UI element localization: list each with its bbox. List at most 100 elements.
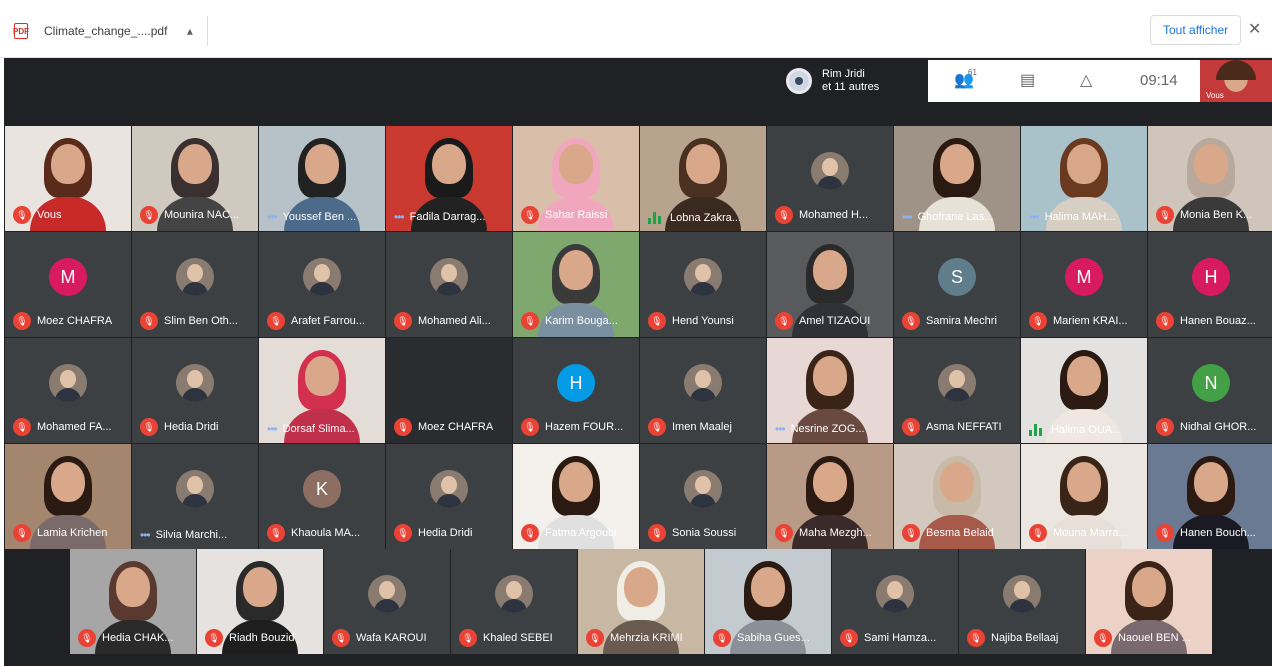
chevron-up-icon[interactable]: ▼	[185, 26, 195, 37]
participant-name: Halima OUA...	[1051, 424, 1122, 436]
participant-photo-avatar	[176, 364, 214, 402]
participant-tile[interactable]: Lobna Zakra...	[640, 126, 766, 231]
participant-name: Imen Maalej	[672, 421, 732, 433]
download-bar: PDF Climate_change_....pdf ▼ Tout affich…	[0, 0, 1272, 58]
participant-nameplate: 🎙 Najiba Bellaaj	[967, 629, 1081, 647]
participant-name: Hend Younsi	[672, 315, 734, 327]
participant-tile[interactable]: 🎙 Arafet Farrou...	[259, 232, 385, 337]
participant-nameplate: ••• Dorsaf Slima...	[267, 422, 381, 436]
participant-tile[interactable]: 🎙 Mounira NAC...	[132, 126, 258, 231]
participant-tile[interactable]: 🎙 Sahar Raissi	[513, 126, 639, 231]
participant-tile[interactable]: Halima OUA...	[1021, 338, 1147, 443]
chat-icon[interactable]: ▤	[1020, 70, 1035, 90]
participant-tile[interactable]: ••• Silvia Marchi...	[132, 444, 258, 549]
participant-tile[interactable]: M 🎙 Moez CHAFRA	[5, 232, 131, 337]
participant-tile[interactable]: 🎙 Sabiha Gues...	[705, 549, 831, 654]
participant-tile[interactable]: 🎙 Mouna Marra...	[1021, 444, 1147, 549]
participant-tile[interactable]: ••• Nesrine ZOG...	[767, 338, 893, 443]
participant-nameplate: ••• Ghofrane Las...	[902, 210, 1016, 224]
participant-tile[interactable]: 🎙 Hedia Dridi	[386, 444, 512, 549]
participant-tile[interactable]: 🎙 Riadh Bouzid	[197, 549, 323, 654]
participant-tile[interactable]: 🎙 Hanen Bouch...	[1148, 444, 1272, 549]
participant-tile[interactable]: 🎙 Maha Mezgh...	[767, 444, 893, 549]
participant-name: Silvia Marchi...	[155, 529, 228, 541]
participant-name: Karim Bouga...	[545, 315, 618, 327]
participant-nameplate: 🎙 Karim Bouga...	[521, 312, 635, 330]
participant-tile[interactable]: 🎙 Mohamed FA...	[5, 338, 131, 443]
participant-tile[interactable]: 🎙 Vous	[5, 126, 131, 231]
participant-tile[interactable]: H 🎙 Hazem FOUR...	[513, 338, 639, 443]
self-view-thumbnail[interactable]: Vous	[1200, 60, 1272, 102]
mic-off-icon: 🎙	[332, 629, 350, 647]
participant-tile[interactable]: 🎙 Monia Ben K...	[1148, 126, 1272, 231]
participant-tile[interactable]: ••• Dorsaf Slima...	[259, 338, 385, 443]
participant-name: Khaled SEBEI	[483, 632, 553, 644]
participant-tile[interactable]: 🎙 Sonia Soussi	[640, 444, 766, 549]
participant-tile[interactable]: H 🎙 Hanen Bouaz...	[1148, 232, 1272, 337]
participant-tile[interactable]: 🎙 Mohamed Ali...	[386, 232, 512, 337]
participant-nameplate: 🎙 Mariem KRAI...	[1029, 312, 1143, 330]
participant-tile[interactable]: K 🎙 Khaoula MA...	[259, 444, 385, 549]
mic-off-icon: 🎙	[394, 312, 412, 330]
audio-dots-icon: •••	[140, 528, 151, 542]
mic-off-icon: 🎙	[1094, 629, 1112, 647]
participant-name: Hanen Bouaz...	[1180, 315, 1256, 327]
participant-tile[interactable]: S 🎙 Samira Mechri	[894, 232, 1020, 337]
participant-tile[interactable]: ••• Ghofrane Las...	[894, 126, 1020, 231]
participant-nameplate: Lobna Zakra...	[648, 212, 762, 224]
participant-tile[interactable]: 🎙 Asma NEFFATI	[894, 338, 1020, 443]
activities-icon[interactable]: △	[1080, 70, 1092, 90]
participant-tile[interactable]: 🎙 Amel TIZAOUI	[767, 232, 893, 337]
download-item[interactable]: PDF Climate_change_....pdf ▼	[13, 16, 209, 46]
participant-tile[interactable]: ••• Halima MAH...	[1021, 126, 1147, 231]
participant-nameplate: ••• Youssef Ben ...	[267, 210, 381, 224]
participant-name: Arafet Farrou...	[291, 315, 365, 327]
participant-tile[interactable]: 🎙 Lamia Krichen	[5, 444, 131, 549]
participant-nameplate: 🎙 Sahar Raissi	[521, 206, 635, 224]
participant-tile[interactable]: N 🎙 Nidhal GHOR...	[1148, 338, 1272, 443]
participant-tile[interactable]: 🎙 Karim Bouga...	[513, 232, 639, 337]
participant-tile[interactable]: ••• Youssef Ben ...	[259, 126, 385, 231]
mic-off-icon: 🎙	[140, 418, 158, 436]
participant-nameplate: 🎙 Moez CHAFRA	[13, 312, 127, 330]
show-all-downloads-button[interactable]: Tout afficher	[1150, 15, 1242, 45]
participant-name: Wafa KAROUI	[356, 632, 427, 644]
participant-tile[interactable]: ••• Fadila Darrag...	[386, 126, 512, 231]
participant-nameplate: ••• Halima MAH...	[1029, 210, 1143, 224]
close-icon[interactable]: ✕	[1248, 19, 1261, 39]
participant-photo-avatar	[303, 258, 341, 296]
participant-tile[interactable]: 🎙 Mohamed H...	[767, 126, 893, 231]
participant-tile[interactable]: 🎙 Najiba Bellaaj	[959, 549, 1085, 654]
participant-name: Sami Hamza...	[864, 632, 937, 644]
participant-tile[interactable]: 🎙 Naouel BEN ...	[1086, 549, 1212, 654]
participant-tile[interactable]: M 🎙 Mariem KRAI...	[1021, 232, 1147, 337]
mic-off-icon: 🎙	[267, 524, 285, 542]
participant-photo-avatar	[368, 575, 406, 613]
participant-tile[interactable]: 🎙 Slim Ben Oth...	[132, 232, 258, 337]
participant-tile[interactable]: 🎙 Besma Belaid	[894, 444, 1020, 549]
active-speaker-indicator[interactable]: Rim Jridi et 11 autres	[780, 60, 928, 102]
participant-photo-avatar	[430, 258, 468, 296]
mic-off-icon: 🎙	[1156, 418, 1174, 436]
mic-off-icon: 🎙	[140, 206, 158, 224]
participant-name: Besma Belaid	[926, 527, 994, 539]
participant-tile[interactable]: 🎙 Moez CHAFRA	[386, 338, 512, 443]
participant-photo-avatar	[684, 470, 722, 508]
participant-tile[interactable]: 🎙 Khaled SEBEI	[451, 549, 577, 654]
participant-name: Hanen Bouch...	[1180, 527, 1256, 539]
participant-name: Halima MAH...	[1044, 211, 1116, 223]
participant-tile[interactable]: 🎙 Fatma Argoubi	[513, 444, 639, 549]
participant-tile[interactable]: 🎙 Wafa KAROUI	[324, 549, 450, 654]
participant-tile[interactable]: 🎙 Hend Younsi	[640, 232, 766, 337]
mic-off-icon: 🎙	[13, 312, 31, 330]
participant-tile[interactable]: 🎙 Imen Maalej	[640, 338, 766, 443]
participant-name: Mehrzia KRIMI	[610, 632, 683, 644]
participant-tile[interactable]: 🎙 Mehrzia KRIMI	[578, 549, 704, 654]
participant-name: Ghofrane Las...	[917, 211, 994, 223]
participant-tile[interactable]: 🎙 Sami Hamza...	[832, 549, 958, 654]
participant-name: Vous	[37, 209, 62, 221]
participant-nameplate: 🎙 Sami Hamza...	[840, 629, 954, 647]
participant-tile[interactable]: 🎙 Hedia CHAK...	[70, 549, 196, 654]
mic-off-icon: 🎙	[1156, 524, 1174, 542]
participant-tile[interactable]: 🎙 Hedia Dridi	[132, 338, 258, 443]
